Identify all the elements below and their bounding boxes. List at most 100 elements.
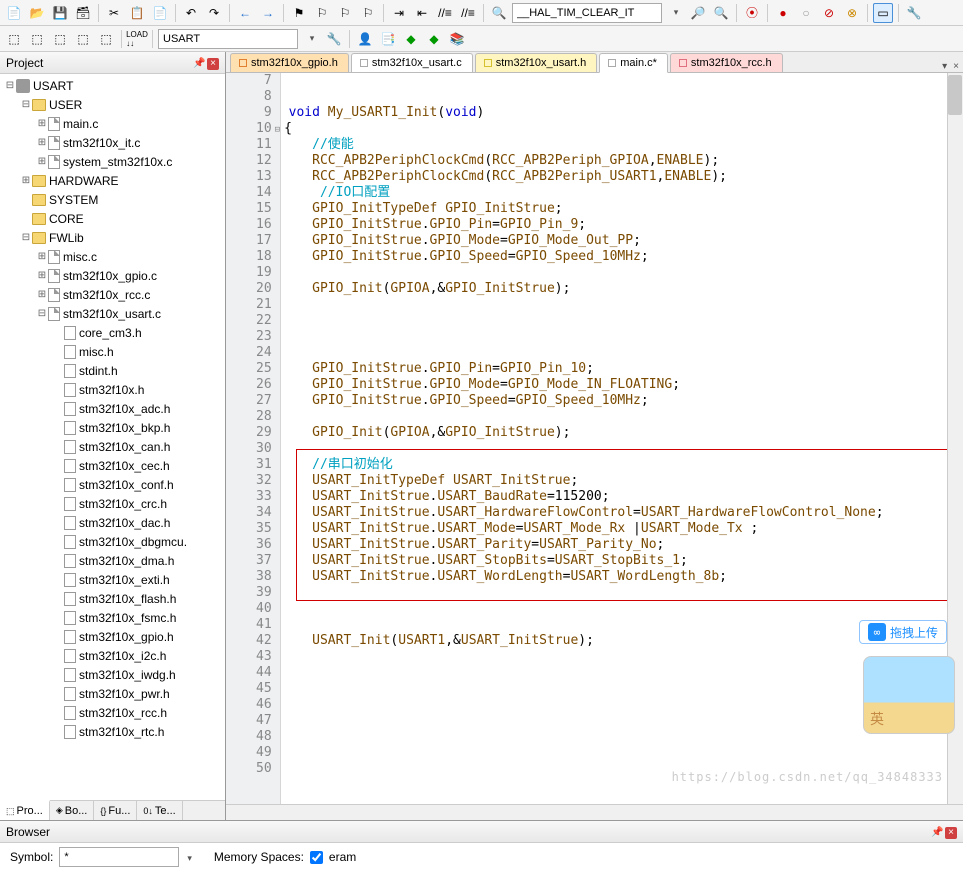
save-all-icon[interactable]: 🗃: [73, 3, 93, 23]
search-dropdown-icon[interactable]: [665, 3, 685, 23]
debug-icon[interactable]: ⦿: [742, 3, 762, 23]
horizontal-scrollbar[interactable]: [226, 804, 963, 820]
find-next-icon[interactable]: 🔎: [688, 3, 708, 23]
books-icon[interactable]: 📚: [447, 29, 467, 49]
file-tab[interactable]: stm32f10x_usart.h: [475, 53, 598, 72]
manage-rte-icon[interactable]: ◆: [401, 29, 421, 49]
tree-file-header[interactable]: stm32f10x_adc.h: [0, 399, 225, 418]
window-icon[interactable]: ▭: [873, 3, 893, 23]
config-icon[interactable]: 🔧: [904, 3, 924, 23]
new-file-icon[interactable]: 📄: [4, 3, 24, 23]
tree-file-header[interactable]: stm32f10x_exti.h: [0, 570, 225, 589]
upload-widget[interactable]: ∞ 拖拽上传: [859, 620, 947, 644]
tree-file-header[interactable]: stm32f10x_gpio.h: [0, 627, 225, 646]
pack-icon[interactable]: ◆: [424, 29, 444, 49]
tree-file-header[interactable]: stm32f10x_flash.h: [0, 589, 225, 608]
tree-folder-core[interactable]: CORE: [0, 209, 225, 228]
save-icon[interactable]: 💾: [50, 3, 70, 23]
bookmark-clear-icon[interactable]: ⚐: [358, 3, 378, 23]
breakpoint-icon[interactable]: ●: [773, 3, 793, 23]
bookmark-icon[interactable]: ⚑: [289, 3, 309, 23]
tree-folder-fwlib[interactable]: ⊟FWLib: [0, 228, 225, 247]
tree-file[interactable]: ⊞stm32f10x_it.c: [0, 133, 225, 152]
tree-file-usart[interactable]: ⊟stm32f10x_usart.c: [0, 304, 225, 323]
file-tab[interactable]: stm32f10x_gpio.h: [230, 53, 349, 72]
nav-back-icon[interactable]: ←: [235, 3, 255, 23]
file-ext-icon[interactable]: 📑: [378, 29, 398, 49]
tree-file-header[interactable]: stm32f10x.h: [0, 380, 225, 399]
file-tab[interactable]: stm32f10x_usart.c: [351, 53, 473, 72]
project-tree[interactable]: ⊟USART⊟USER⊞main.c⊞stm32f10x_it.c⊞system…: [0, 74, 225, 800]
file-tab[interactable]: main.c*: [599, 53, 668, 73]
tree-file-header[interactable]: stm32f10x_cec.h: [0, 456, 225, 475]
tree-file-header[interactable]: stm32f10x_fsmc.h: [0, 608, 225, 627]
stop-build-icon[interactable]: ⬚: [96, 29, 116, 49]
tree-file[interactable]: ⊞main.c: [0, 114, 225, 133]
tree-folder-system[interactable]: SYSTEM: [0, 190, 225, 209]
tree-file-header[interactable]: stm32f10x_bkp.h: [0, 418, 225, 437]
eram-checkbox[interactable]: [310, 851, 323, 864]
translate-icon[interactable]: ⬚: [4, 29, 24, 49]
tree-file-header[interactable]: stm32f10x_dac.h: [0, 513, 225, 532]
breakpoint-kill-icon[interactable]: ⊘: [819, 3, 839, 23]
project-tab[interactable]: {}Fu...: [94, 801, 137, 820]
panel-close-icon[interactable]: ×: [207, 58, 219, 70]
tree-file[interactable]: ⊞misc.c: [0, 247, 225, 266]
copy-icon[interactable]: 📋: [127, 3, 147, 23]
code-content[interactable]: void My_USART1_Init(void)⊟{ //使能 RCC_APB…: [281, 73, 963, 804]
symbol-dropdown-icon[interactable]: [185, 850, 192, 864]
find-in-files-icon[interactable]: 🔍: [711, 3, 731, 23]
paste-icon[interactable]: 📄: [150, 3, 170, 23]
project-tab[interactable]: 0↓Te...: [137, 801, 182, 820]
tab-close-icon[interactable]: ×: [953, 61, 959, 72]
comment-icon[interactable]: //≡: [435, 3, 455, 23]
rebuild-icon[interactable]: ⬚: [50, 29, 70, 49]
tree-file-header[interactable]: stm32f10x_iwdg.h: [0, 665, 225, 684]
tree-file-header[interactable]: stm32f10x_rcc.h: [0, 703, 225, 722]
project-tab[interactable]: ◈Bo...: [50, 801, 95, 820]
panel-pin-icon[interactable]: 📌: [193, 58, 205, 70]
build-icon[interactable]: ⬚: [27, 29, 47, 49]
find-icon[interactable]: 🔍: [489, 3, 509, 23]
target-options-icon[interactable]: 🔧: [324, 29, 344, 49]
tree-file-header[interactable]: stm32f10x_pwr.h: [0, 684, 225, 703]
cut-icon[interactable]: ✂: [104, 3, 124, 23]
tree-file[interactable]: ⊞system_stm32f10x.c: [0, 152, 225, 171]
batch-build-icon[interactable]: ⬚: [73, 29, 93, 49]
tree-root[interactable]: ⊟USART: [0, 76, 225, 95]
search-input[interactable]: [512, 3, 662, 23]
tree-file-header[interactable]: stm32f10x_rtc.h: [0, 722, 225, 741]
breakpoint-disable-icon[interactable]: ○: [796, 3, 816, 23]
file-tab[interactable]: stm32f10x_rcc.h: [670, 53, 783, 72]
tree-file-header[interactable]: stm32f10x_dbgmcu.: [0, 532, 225, 551]
tree-file-header[interactable]: stm32f10x_i2c.h: [0, 646, 225, 665]
indent-icon[interactable]: ⇥: [389, 3, 409, 23]
tree-file-header[interactable]: stdint.h: [0, 361, 225, 380]
browser-pin-icon[interactable]: 📌: [931, 827, 943, 839]
code-editor[interactable]: 7891011121314151617181920212223242526272…: [226, 73, 963, 804]
target-dropdown-icon[interactable]: [301, 29, 321, 49]
tree-file-header[interactable]: core_cm3.h: [0, 323, 225, 342]
tree-folder-hardware[interactable]: ⊞HARDWARE: [0, 171, 225, 190]
uncomment-icon[interactable]: //≡: [458, 3, 478, 23]
manage-icon[interactable]: 👤: [355, 29, 375, 49]
tree-file-header[interactable]: stm32f10x_dma.h: [0, 551, 225, 570]
tree-file-header[interactable]: misc.h: [0, 342, 225, 361]
bookmark-next-icon[interactable]: ⚐: [335, 3, 355, 23]
symbol-input[interactable]: [59, 847, 179, 867]
tab-menu-icon[interactable]: ▾: [942, 61, 947, 72]
breakpoint-all-icon[interactable]: ⊗: [842, 3, 862, 23]
tree-file-header[interactable]: stm32f10x_conf.h: [0, 475, 225, 494]
nav-fwd-icon[interactable]: →: [258, 3, 278, 23]
project-tab[interactable]: ⬚Pro...: [0, 800, 50, 820]
browser-close-icon[interactable]: ×: [945, 827, 957, 839]
tree-file-header[interactable]: stm32f10x_can.h: [0, 437, 225, 456]
redo-icon[interactable]: ↷: [204, 3, 224, 23]
undo-icon[interactable]: ↶: [181, 3, 201, 23]
open-icon[interactable]: 📂: [27, 3, 47, 23]
tree-folder-user[interactable]: ⊟USER: [0, 95, 225, 114]
outdent-icon[interactable]: ⇤: [412, 3, 432, 23]
target-combo[interactable]: [158, 29, 298, 49]
tree-file[interactable]: ⊞stm32f10x_rcc.c: [0, 285, 225, 304]
download-icon[interactable]: LOAD↓↓: [127, 29, 147, 49]
